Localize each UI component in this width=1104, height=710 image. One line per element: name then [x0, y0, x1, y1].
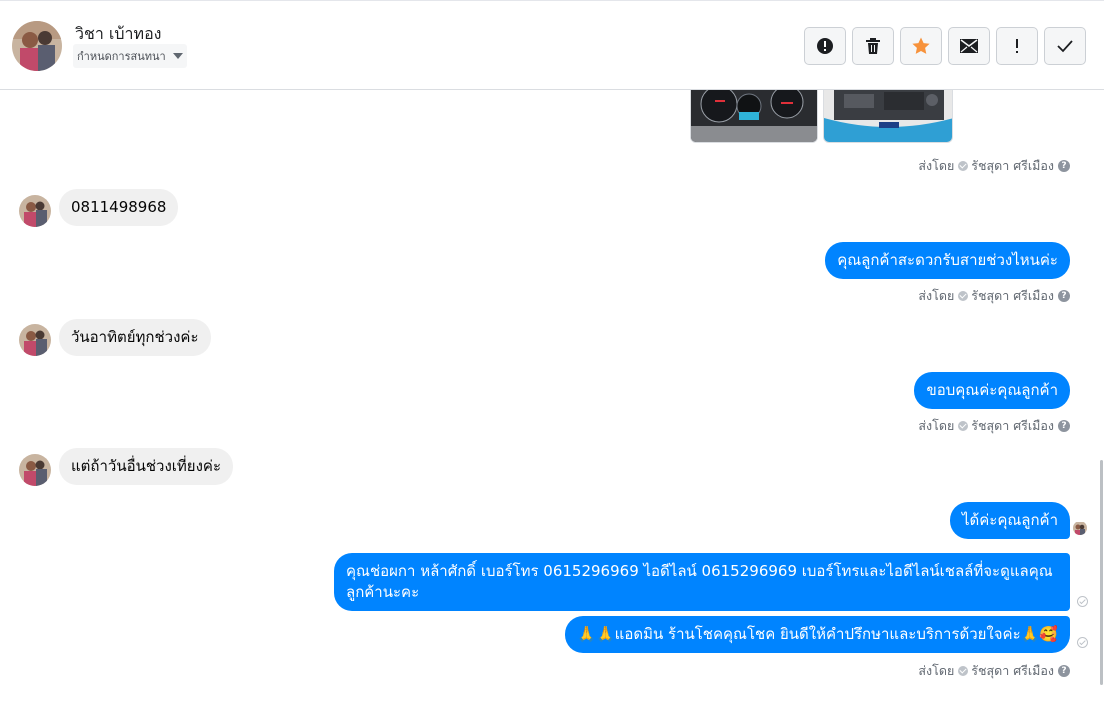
contact-avatar-small[interactable]: [19, 454, 51, 486]
sent-by-agent[interactable]: รัชสุดา ศรีเมือง: [971, 156, 1054, 176]
spam-button[interactable]: [804, 27, 846, 65]
outgoing-message[interactable]: คุณช่อผกา หล้าศักดิ์ เบอร์โทร 0615296969…: [334, 553, 1070, 611]
seen-avatar: [1073, 521, 1087, 535]
star-button[interactable]: [900, 27, 942, 65]
outgoing-message[interactable]: คุณลูกค้าสะดวกรับสายช่วงไหนค่ะ: [825, 242, 1070, 279]
sent-by-agent[interactable]: รัชสุดา ศรีเมือง: [971, 661, 1054, 681]
delivered-check-icon: [1077, 596, 1088, 607]
help-icon[interactable]: ?: [1058, 290, 1070, 302]
sent-check-icon: [958, 161, 969, 171]
sent-check-icon: [958, 291, 969, 301]
star-icon: [912, 37, 930, 54]
sent-by-prefix: ส่งโดย: [918, 418, 955, 433]
engine-bay-photo[interactable]: [823, 90, 953, 143]
sent-check-icon: [958, 421, 969, 431]
sent-by-footer: ส่งโดย รัชสุดา ศรีเมือง ?: [918, 416, 1070, 436]
checkmark-icon: [1057, 40, 1073, 53]
sent-by-prefix: ส่งโดย: [918, 158, 955, 173]
caret-down-icon: [172, 53, 183, 59]
help-icon[interactable]: ?: [1058, 420, 1070, 432]
conversation-header: วิชา เบ้าทอง กำหนดการสนทนา: [0, 0, 1104, 90]
sent-by-footer: ส่งโดย รัชสุดา ศรีเมือง ?: [918, 156, 1070, 176]
envelope-icon: [960, 39, 978, 53]
done-button[interactable]: [1044, 27, 1086, 65]
delivered-check-icon: [1077, 637, 1088, 648]
assign-conversation-dropdown[interactable]: กำหนดการสนทนา: [73, 44, 187, 68]
mark-unread-button[interactable]: [948, 27, 990, 65]
alert-circle-icon: [817, 38, 833, 54]
sent-by-agent[interactable]: รัชสุดา ศรีเมือง: [971, 286, 1054, 306]
incoming-message[interactable]: 0811498968: [59, 189, 179, 226]
dashboard-gauges-photo[interactable]: [690, 90, 818, 143]
sent-by-agent[interactable]: รัชสุดา ศรีเมือง: [971, 416, 1054, 436]
outgoing-message[interactable]: ได้ค่ะคุณลูกค้า: [949, 502, 1070, 539]
help-icon[interactable]: ?: [1058, 160, 1070, 172]
outgoing-message[interactable]: 🙏🙏แอดมิน ร้านโชคคุณโชค ยินดีให้คำปรึกษาแ…: [565, 616, 1070, 653]
sent-by-footer: ส่งโดย รัชสุดา ศรีเมือง ?: [918, 286, 1070, 306]
follow-up-button[interactable]: [996, 27, 1038, 65]
incoming-message[interactable]: แต่ถ้าวันอื่นช่วงเที่ยงค่ะ: [59, 448, 233, 485]
contact-avatar-small[interactable]: [19, 324, 51, 356]
sent-check-icon: [958, 666, 969, 676]
sent-by-prefix: ส่งโดย: [918, 288, 955, 303]
contact-avatar-small[interactable]: [19, 195, 51, 227]
assign-label: กำหนดการสนทนา: [77, 50, 166, 63]
trash-icon: [866, 38, 880, 54]
incoming-message[interactable]: วันอาทิตย์ทุกช่วงค่ะ: [59, 319, 211, 356]
scrollbar-thumb[interactable]: [1100, 460, 1103, 685]
sent-by-footer: ส่งโดย รัชสุดา ศรีเมือง ?: [918, 661, 1070, 681]
contact-avatar[interactable]: [12, 21, 62, 71]
exclamation-icon: [1016, 39, 1018, 53]
help-icon[interactable]: ?: [1058, 665, 1070, 677]
sent-by-prefix: ส่งโดย: [918, 663, 955, 678]
delete-button[interactable]: [852, 27, 894, 65]
outgoing-message[interactable]: ขอบคุณค่ะคุณลูกค้า: [914, 372, 1070, 409]
